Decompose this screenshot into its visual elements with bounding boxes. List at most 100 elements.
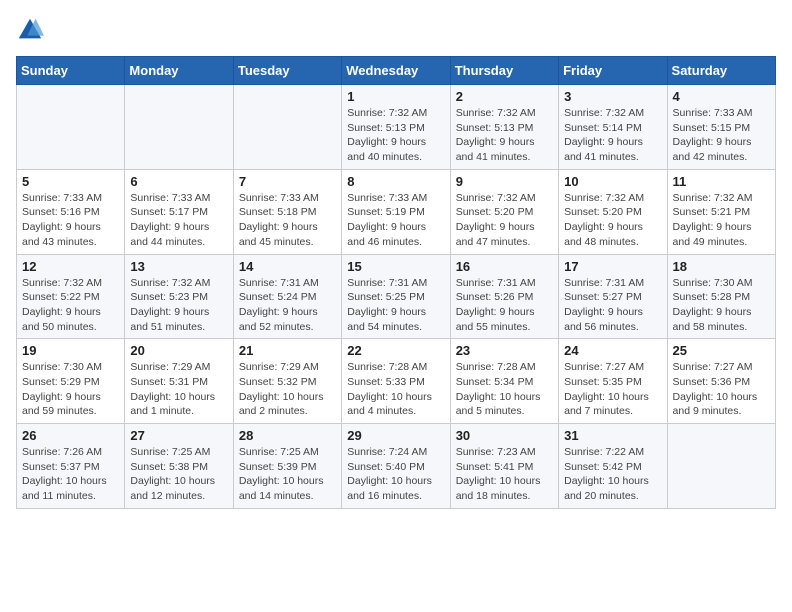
calendar-cell: 30 Sunrise: 7:23 AM Sunset: 5:41 PM Dayli… xyxy=(450,424,558,509)
day-info: Sunrise: 7:32 AM Sunset: 5:14 PM Dayligh… xyxy=(564,106,661,165)
day-info: Sunrise: 7:33 AM Sunset: 5:17 PM Dayligh… xyxy=(130,191,227,250)
day-info: Sunrise: 7:23 AM Sunset: 5:41 PM Dayligh… xyxy=(456,445,553,504)
calendar-cell: 22 Sunrise: 7:28 AM Sunset: 5:33 PM Dayli… xyxy=(342,339,450,424)
day-info: Sunrise: 7:32 AM Sunset: 5:20 PM Dayligh… xyxy=(564,191,661,250)
calendar-cell: 29Sunrise: 7:24 AM Sunset: 5:40 PM Dayli… xyxy=(342,424,450,509)
day-number: 20 xyxy=(130,343,227,358)
calendar-cell: 15 Sunrise: 7:31 AM Sunset: 5:25 PM Dayli… xyxy=(342,254,450,339)
day-number: 27 xyxy=(130,428,227,443)
day-info: Sunrise: 7:29 AM Sunset: 5:31 PM Dayligh… xyxy=(130,360,227,419)
calendar-cell: 1Sunrise: 7:32 AM Sunset: 5:13 PM Daylig… xyxy=(342,85,450,170)
calendar-cell: 2 Sunrise: 7:32 AM Sunset: 5:13 PM Daylig… xyxy=(450,85,558,170)
day-info: Sunrise: 7:32 AM Sunset: 5:13 PM Dayligh… xyxy=(456,106,553,165)
calendar-week-5: 26 Sunrise: 7:26 AM Sunset: 5:37 PM Dayli… xyxy=(17,424,776,509)
calendar-cell: 9 Sunrise: 7:32 AM Sunset: 5:20 PM Daylig… xyxy=(450,169,558,254)
calendar-cell: 4 Sunrise: 7:33 AM Sunset: 5:15 PM Daylig… xyxy=(667,85,775,170)
day-info: Sunrise: 7:25 AM Sunset: 5:38 PM Dayligh… xyxy=(130,445,227,504)
calendar-cell: 18Sunrise: 7:30 AM Sunset: 5:28 PM Dayli… xyxy=(667,254,775,339)
day-info: Sunrise: 7:26 AM Sunset: 5:37 PM Dayligh… xyxy=(22,445,119,504)
calendar-cell xyxy=(233,85,341,170)
day-number: 28 xyxy=(239,428,336,443)
calendar-cell: 31 Sunrise: 7:22 AM Sunset: 5:42 PM Dayli… xyxy=(559,424,667,509)
day-number: 7 xyxy=(239,174,336,189)
day-info: Sunrise: 7:33 AM Sunset: 5:18 PM Dayligh… xyxy=(239,191,336,250)
calendar-cell: 3 Sunrise: 7:32 AM Sunset: 5:14 PM Daylig… xyxy=(559,85,667,170)
logo xyxy=(16,16,48,44)
day-number: 17 xyxy=(564,259,661,274)
calendar-cell: 27 Sunrise: 7:25 AM Sunset: 5:38 PM Dayli… xyxy=(125,424,233,509)
day-info: Sunrise: 7:31 AM Sunset: 5:26 PM Dayligh… xyxy=(456,276,553,335)
day-info: Sunrise: 7:25 AM Sunset: 5:39 PM Dayligh… xyxy=(239,445,336,504)
day-number: 15 xyxy=(347,259,444,274)
day-number: 1 xyxy=(347,89,444,104)
calendar-cell: 16 Sunrise: 7:31 AM Sunset: 5:26 PM Dayli… xyxy=(450,254,558,339)
calendar-cell: 6 Sunrise: 7:33 AM Sunset: 5:17 PM Daylig… xyxy=(125,169,233,254)
calendar-cell: 17 Sunrise: 7:31 AM Sunset: 5:27 PM Dayli… xyxy=(559,254,667,339)
day-info: Sunrise: 7:22 AM Sunset: 5:42 PM Dayligh… xyxy=(564,445,661,504)
calendar-cell: 24 Sunrise: 7:27 AM Sunset: 5:35 PM Dayli… xyxy=(559,339,667,424)
day-info: Sunrise: 7:27 AM Sunset: 5:35 PM Dayligh… xyxy=(564,360,661,419)
day-number: 12 xyxy=(22,259,119,274)
calendar-cell: 25 Sunrise: 7:27 AM Sunset: 5:36 PM Dayli… xyxy=(667,339,775,424)
calendar-header: SundayMondayTuesdayWednesdayThursdayFrid… xyxy=(17,57,776,85)
day-number: 13 xyxy=(130,259,227,274)
calendar-cell: 11 Sunrise: 7:32 AM Sunset: 5:21 PM Dayli… xyxy=(667,169,775,254)
col-header-tuesday: Tuesday xyxy=(233,57,341,85)
calendar-cell: 21Sunrise: 7:29 AM Sunset: 5:32 PM Dayli… xyxy=(233,339,341,424)
day-info: Sunrise: 7:33 AM Sunset: 5:19 PM Dayligh… xyxy=(347,191,444,250)
day-number: 21 xyxy=(239,343,336,358)
day-number: 5 xyxy=(22,174,119,189)
day-number: 2 xyxy=(456,89,553,104)
calendar-cell xyxy=(667,424,775,509)
day-number: 8 xyxy=(347,174,444,189)
calendar-cell xyxy=(17,85,125,170)
day-info: Sunrise: 7:31 AM Sunset: 5:27 PM Dayligh… xyxy=(564,276,661,335)
calendar-cell: 10 Sunrise: 7:32 AM Sunset: 5:20 PM Dayli… xyxy=(559,169,667,254)
col-header-friday: Friday xyxy=(559,57,667,85)
calendar-week-3: 12Sunrise: 7:32 AM Sunset: 5:22 PM Dayli… xyxy=(17,254,776,339)
day-number: 11 xyxy=(673,174,770,189)
calendar-cell: 23Sunrise: 7:28 AM Sunset: 5:34 PM Dayli… xyxy=(450,339,558,424)
day-info: Sunrise: 7:32 AM Sunset: 5:21 PM Dayligh… xyxy=(673,191,770,250)
logo-icon xyxy=(16,16,44,44)
day-number: 3 xyxy=(564,89,661,104)
day-info: Sunrise: 7:31 AM Sunset: 5:25 PM Dayligh… xyxy=(347,276,444,335)
day-number: 25 xyxy=(673,343,770,358)
day-number: 16 xyxy=(456,259,553,274)
calendar-cell: 28 Sunrise: 7:25 AM Sunset: 5:39 PM Dayli… xyxy=(233,424,341,509)
day-number: 4 xyxy=(673,89,770,104)
calendar-cell xyxy=(125,85,233,170)
calendar-week-4: 19Sunrise: 7:30 AM Sunset: 5:29 PM Dayli… xyxy=(17,339,776,424)
day-number: 10 xyxy=(564,174,661,189)
day-info: Sunrise: 7:30 AM Sunset: 5:28 PM Dayligh… xyxy=(673,276,770,335)
day-number: 26 xyxy=(22,428,119,443)
calendar-cell: 12Sunrise: 7:32 AM Sunset: 5:22 PM Dayli… xyxy=(17,254,125,339)
day-info: Sunrise: 7:28 AM Sunset: 5:34 PM Dayligh… xyxy=(456,360,553,419)
page-header xyxy=(16,16,776,44)
day-number: 19 xyxy=(22,343,119,358)
day-number: 30 xyxy=(456,428,553,443)
calendar-week-2: 5Sunrise: 7:33 AM Sunset: 5:16 PM Daylig… xyxy=(17,169,776,254)
day-info: Sunrise: 7:33 AM Sunset: 5:15 PM Dayligh… xyxy=(673,106,770,165)
col-header-thursday: Thursday xyxy=(450,57,558,85)
col-header-saturday: Saturday xyxy=(667,57,775,85)
calendar-cell: 20 Sunrise: 7:29 AM Sunset: 5:31 PM Dayli… xyxy=(125,339,233,424)
calendar-cell: 14Sunrise: 7:31 AM Sunset: 5:24 PM Dayli… xyxy=(233,254,341,339)
day-number: 6 xyxy=(130,174,227,189)
calendar-week-1: 1 Sunrise: 7:32 AM Sunset: 5:13 PM Daylig… xyxy=(17,85,776,170)
day-info: Sunrise: 7:28 AM Sunset: 5:33 PM Dayligh… xyxy=(347,360,444,419)
col-header-sunday: Sunday xyxy=(17,57,125,85)
calendar-table: SundayMondayTuesdayWednesdayThursdayFrid… xyxy=(16,56,776,509)
calendar-cell: 5Sunrise: 7:33 AM Sunset: 5:16 PM Daylig… xyxy=(17,169,125,254)
calendar-cell: 13Sunrise: 7:32 AM Sunset: 5:23 PM Dayli… xyxy=(125,254,233,339)
day-info: Sunrise: 7:32 AM Sunset: 5:20 PM Dayligh… xyxy=(456,191,553,250)
day-info: Sunrise: 7:24 AM Sunset: 5:40 PM Dayligh… xyxy=(347,445,444,504)
day-number: 31 xyxy=(564,428,661,443)
col-header-wednesday: Wednesday xyxy=(342,57,450,85)
day-number: 9 xyxy=(456,174,553,189)
day-info: Sunrise: 7:27 AM Sunset: 5:36 PM Dayligh… xyxy=(673,360,770,419)
calendar-cell: 19Sunrise: 7:30 AM Sunset: 5:29 PM Dayli… xyxy=(17,339,125,424)
day-number: 24 xyxy=(564,343,661,358)
calendar-cell: 7 Sunrise: 7:33 AM Sunset: 5:18 PM Daylig… xyxy=(233,169,341,254)
day-number: 22 xyxy=(347,343,444,358)
